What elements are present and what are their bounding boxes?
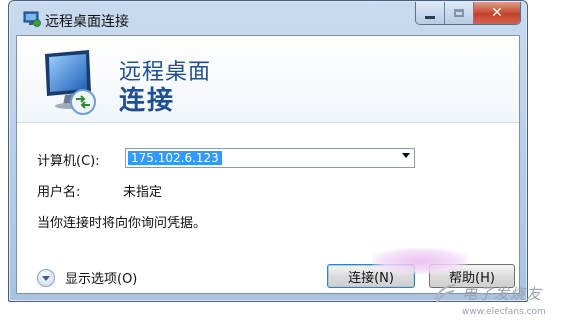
header-banner: 远程桌面 连接: [17, 36, 519, 123]
monitor-icon: [45, 50, 96, 115]
remote-desktop-icon: [23, 11, 41, 27]
username-value: 未指定: [123, 185, 163, 200]
maximize-button[interactable]: [445, 2, 474, 24]
maximize-icon: [454, 9, 464, 17]
watermark-blur: [372, 248, 468, 274]
window-title: 远程桌面连接: [45, 14, 129, 30]
chevron-down-icon: [42, 276, 50, 281]
caption-buttons: ✕: [415, 2, 521, 25]
minimize-button[interactable]: [416, 2, 445, 24]
show-options-toggle[interactable]: 显示选项(O): [37, 268, 137, 287]
watermark-logo-icon: [434, 284, 456, 303]
close-icon: ✕: [491, 5, 503, 21]
title-bar[interactable]: 远程桌面连接 ✕: [9, 1, 527, 35]
chevron-down-icon[interactable]: [402, 153, 410, 158]
username-label: 用户名:: [37, 185, 81, 200]
computer-combobox[interactable]: 175.102.6.123: [125, 148, 415, 168]
close-button[interactable]: ✕: [474, 2, 520, 24]
minimize-icon: [425, 15, 435, 19]
watermark-text: 电子发烧友: [462, 285, 543, 303]
options-expander[interactable]: [37, 268, 55, 287]
computer-label: 计算机(C):: [37, 154, 100, 169]
computer-input[interactable]: 175.102.6.123: [128, 151, 222, 165]
credentials-note: 当你连接时将向你询问凭据。: [37, 216, 207, 231]
show-options-label: 显示选项(O): [65, 272, 138, 287]
watermark-url: www.elecfans.com: [462, 307, 546, 317]
stage: 远程桌面连接 ✕ 远程桌面 连接 计算机(C): 175.102.6.123 用…: [0, 0, 574, 330]
heading-line2: 连接: [119, 86, 176, 116]
